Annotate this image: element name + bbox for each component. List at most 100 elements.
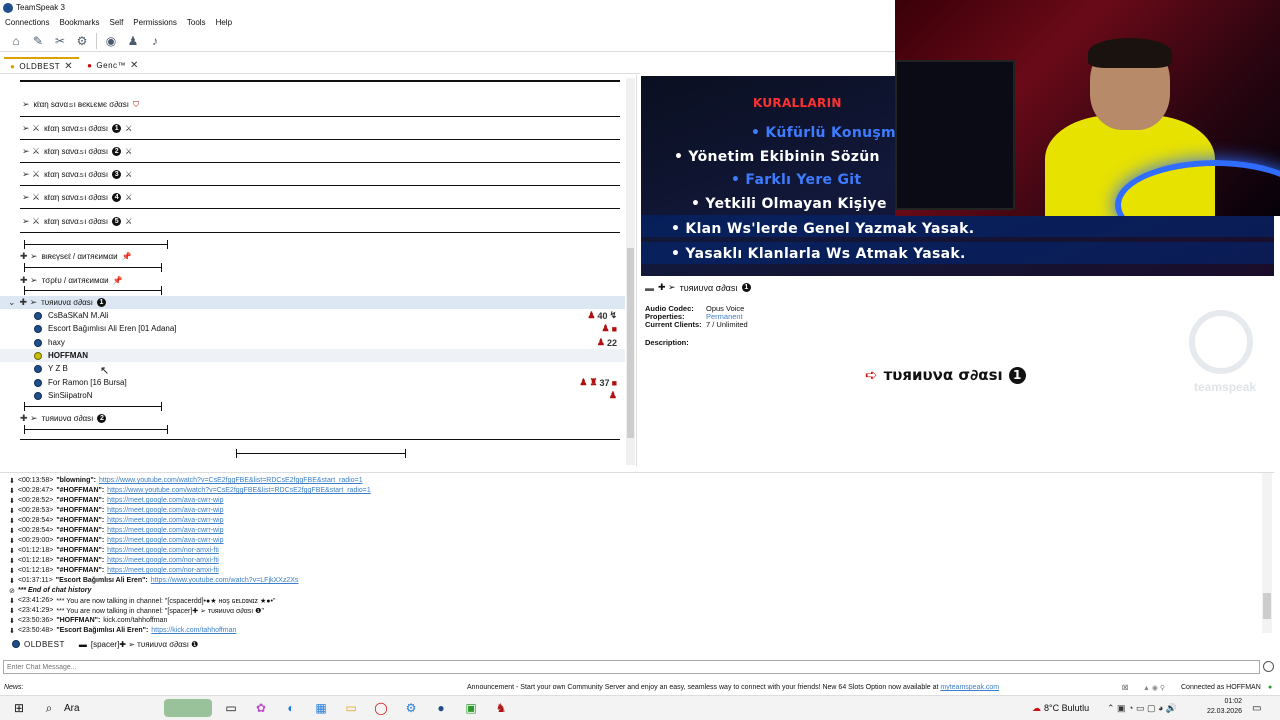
chat-sender[interactable]: "#HOFFMAN": — [56, 507, 104, 515]
close-tab-icon[interactable]: ✕ — [130, 60, 139, 71]
channel-clan-room-2[interactable]: ➢ ⚔ кℓαη ѕανα𝚜ι σ∂αѕı 2 ⚔ — [0, 145, 625, 158]
client-row[interactable]: CsBaSKaN M.Ali ♟ 40 ↯ — [0, 309, 625, 322]
chat-sender[interactable]: "HOFFMAN": — [56, 617, 100, 625]
channel-clan-lobby[interactable]: ➢ кℓαη ѕανα𝚜ι ʙєκʟємє σ∂αѕı ⛉ — [0, 98, 625, 111]
menu-bar: Connections Bookmarks Self Permissions T… — [0, 15, 895, 30]
emoji-icon[interactable] — [1263, 661, 1274, 672]
chat-link[interactable]: https://meet.google.com/nor-amxi-fti — [107, 567, 219, 575]
connect-icon[interactable]: ⌂ — [8, 33, 24, 49]
channel-bireysel[interactable]: ✚ ➢ вιʀєүѕєℓ / αитяєимαи 📌 — [0, 250, 623, 263]
chat-tab-channel[interactable]: ▬ [spacer]✚ ➢ тυяиυνα σ∂αѕı ❶ — [79, 640, 199, 649]
channel-turnuva-2[interactable]: ✚ ➢ тυяиυνα σ∂αѕı 2 — [0, 412, 623, 425]
tab-oldbest[interactable]: ● OLDBEST ✕ — [4, 57, 80, 73]
separator-line — [20, 208, 620, 209]
announcement-link[interactable]: myteamspeak.com — [940, 684, 999, 691]
chat-link[interactable]: https://meet.google.com/ava-cwrr-wip — [107, 537, 223, 545]
separator-line — [20, 116, 620, 117]
client-row[interactable]: For Ramon [16 Bursa] ♟ ♜ 37 ■ — [0, 376, 625, 389]
bookmark-icon[interactable]: ✎ — [30, 33, 46, 49]
store-icon[interactable]: ▦ — [310, 699, 332, 717]
client-status-icon — [34, 324, 42, 333]
menu-connections[interactable]: Connections — [5, 18, 49, 27]
menu-bookmarks[interactable]: Bookmarks — [59, 18, 99, 27]
microphone-icon[interactable]: ♪ — [147, 33, 163, 49]
chat-scrollbar[interactable] — [1262, 473, 1272, 633]
clock-time[interactable]: 01:02 — [1204, 698, 1242, 705]
channel-clan-room-5[interactable]: ➢ ⚔ кℓαη ѕανα𝚜ι σ∂αѕı 5 ⚔ — [0, 215, 625, 228]
close-tab-icon[interactable]: ✕ — [64, 61, 73, 72]
search-icon[interactable]: ⌕ — [38, 699, 60, 717]
chat-link[interactable]: https://www.youtube.com/watch?v=CsE2fggF… — [107, 487, 371, 495]
client-row[interactable]: Y Z B ↖ — [0, 362, 625, 377]
client-row[interactable]: haxy ♟ 22 — [0, 336, 625, 349]
away-icon[interactable]: ⚙ — [74, 33, 90, 49]
chat-link[interactable]: https://meet.google.com/ava-cwrr-wip — [107, 507, 223, 515]
chat-sender[interactable]: "blowning": — [56, 477, 96, 485]
chat-sender[interactable]: "#HOFFMAN": — [56, 567, 104, 575]
teamspeak-taskbar-icon[interactable]: ● — [430, 699, 452, 717]
chat-tab-server[interactable]: OLDBEST — [12, 640, 65, 649]
chat-link[interactable]: https://www.youtube.com/watch?v=CsE2fggF… — [99, 477, 363, 485]
disconnect-icon[interactable]: ✂ — [52, 33, 68, 49]
widget-image-icon[interactable] — [164, 699, 212, 717]
chat-sender[interactable]: "#HOFFMAN": — [56, 517, 104, 525]
tray-icons[interactable]: ⌃ ▣ ◔ ▭ ▢ ◕ 🔊 — [1107, 703, 1177, 714]
flag-icon: ● — [87, 60, 93, 70]
menu-self[interactable]: Self — [110, 18, 124, 27]
chat-sender[interactable]: "Escort Bağımlısı Ali Eren": — [56, 627, 148, 634]
client-badges: ♟ 40 ↯ — [587, 310, 617, 321]
settings-app-icon[interactable]: ⚙ — [400, 699, 422, 717]
collapse-chevron-icon[interactable]: ⌄ — [8, 297, 16, 308]
chat-link[interactable]: https://kick.com/tahhoffman — [151, 627, 236, 634]
chat-sender[interactable]: "#HOFFMAN": — [56, 547, 104, 555]
edge-icon[interactable]: ◐ — [280, 699, 302, 717]
client-row[interactable]: Escort Bağımlısı Ali Eren [01 Adana] ♟ ■ — [0, 322, 625, 335]
chat-link[interactable]: https://meet.google.com/ava-cwrr-wip — [107, 527, 223, 535]
channel-turnuva-1[interactable]: ⌄ ✚ ➢ тυяиυνα σ∂αѕı 1 — [0, 296, 625, 309]
file-explorer-icon[interactable]: ▭ — [340, 699, 362, 717]
chat-sender[interactable]: "Escort Bağımlısı Ali Eren": — [56, 577, 148, 585]
channel-clan-room-3[interactable]: ➢ ⚔ кℓαη ѕανα𝚜ι σ∂αѕı 3 ⚔ — [0, 168, 625, 181]
opera-icon[interactable]: ◯ — [370, 699, 392, 717]
windows-start-icon[interactable]: ⊞ — [8, 699, 30, 717]
notification-icon[interactable]: ▭ — [1252, 703, 1261, 714]
taskbar-search-label[interactable]: Ara — [64, 703, 164, 714]
obs-icon[interactable]: ▣ — [460, 699, 482, 717]
task-view-icon[interactable]: ▭ — [220, 699, 242, 717]
copilot-icon[interactable]: ✿ — [250, 699, 272, 717]
chat-link[interactable]: https://meet.google.com/nor-amxi-fti — [107, 557, 219, 565]
menu-tools[interactable]: Tools — [187, 18, 206, 27]
channel-clan-room-1[interactable]: ➢ ⚔ кℓαη ѕανα𝚜ι σ∂αѕı 1 ⚔ — [0, 122, 625, 135]
chat-line: ⬇ <23:50:36> "HOFFMAN": kick.com/tahhoffman — [9, 617, 167, 625]
channel-clan-room-4[interactable]: ➢ ⚔ кℓαη ѕανα𝚜ι σ∂αѕı 4 ⚔ — [0, 191, 625, 204]
chat-timestamp: <23:50:36> — [17, 617, 54, 624]
chat-sender[interactable]: "#HOFFMAN": — [56, 537, 104, 545]
chat-icon[interactable]: ◉ — [103, 33, 119, 49]
message-arrow-icon: ⬇ — [9, 548, 15, 555]
badge-number: 37 — [599, 377, 610, 388]
channel-tree: ➢ кℓαη ѕανα𝚜ι ʙєκʟємє σ∂αѕı ⛉ ➢ ⚔ кℓαη ѕ… — [0, 75, 637, 466]
client-row[interactable]: SinSiipatroN ♟ — [0, 389, 625, 402]
chat-message-input[interactable] — [3, 660, 1260, 674]
chat-link[interactable]: https://meet.google.com/ava-cwrr-wip — [107, 497, 223, 505]
chat-link[interactable]: https://meet.google.com/nor-amxi-fti — [107, 547, 219, 555]
client-row[interactable]: HOFFMAN — [0, 349, 625, 362]
scrollbar-thumb[interactable] — [1263, 593, 1271, 619]
menu-help[interactable]: Help — [216, 18, 232, 27]
chat-sender[interactable]: "#HOFFMAN": — [56, 487, 104, 495]
channel-tree-scrollbar[interactable] — [626, 78, 635, 465]
menu-permissions[interactable]: Permissions — [133, 18, 177, 27]
chat-sender[interactable]: "#HOFFMAN": — [56, 557, 104, 565]
chat-sender[interactable]: "#HOFFMAN": — [56, 527, 104, 535]
flag-icon: ■ — [611, 377, 617, 388]
chat-link[interactable]: https://meet.google.com/ava-cwrr-wip — [107, 517, 223, 525]
game-icon[interactable]: ♞ — [490, 699, 512, 717]
close-announcement-icon[interactable]: ☒ — [1122, 684, 1128, 692]
chat-link[interactable]: https://www.youtube.com/watch?v=LFjkXXz2… — [151, 577, 299, 585]
chat-sender[interactable]: "#HOFFMAN": — [56, 497, 104, 505]
scrollbar-thumb[interactable] — [627, 248, 634, 438]
clock-date[interactable]: 22.03.2026 — [1204, 708, 1242, 715]
contacts-icon[interactable]: ♟ — [125, 33, 141, 49]
tab-genc[interactable]: ● Genc™ ✕ — [81, 57, 145, 73]
swords-icon: ⚔ — [125, 147, 133, 156]
